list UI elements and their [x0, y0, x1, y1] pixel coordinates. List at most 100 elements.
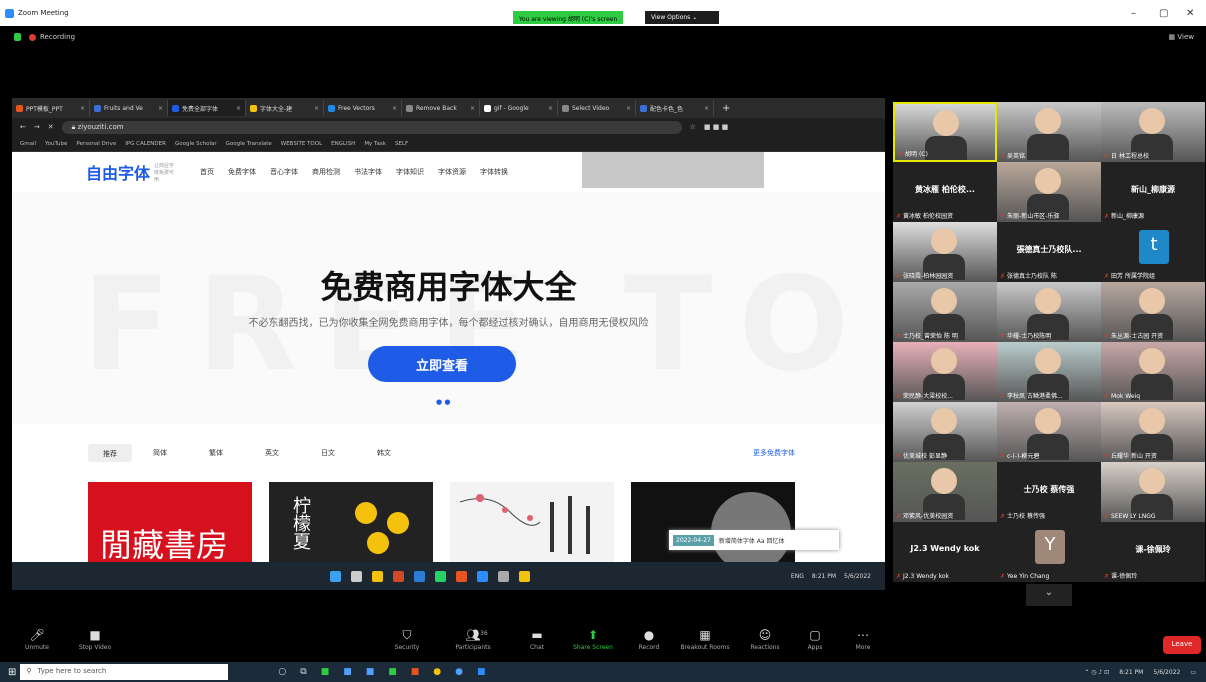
- site-nav-item[interactable]: 字体知识: [396, 167, 424, 177]
- participant-tile[interactable]: ✗ 华耀-士乃校陈明: [997, 282, 1101, 342]
- close-tab-icon[interactable]: ×: [704, 105, 709, 112]
- browser-tab[interactable]: PPT模板_PPT ×: [12, 100, 90, 116]
- share-screen-button[interactable]: ⬆ Share Screen: [568, 628, 618, 651]
- bookmark-item[interactable]: SELF: [395, 141, 408, 147]
- browser-tab[interactable]: Free Vectors ×: [324, 100, 402, 116]
- view-options-button[interactable]: View Options ⌄: [645, 11, 719, 24]
- participant-tile[interactable]: ✗ SEEW LY LNGG: [1101, 462, 1205, 522]
- browser-tab[interactable]: 配色卡色_色 ×: [636, 100, 714, 116]
- close-tab-icon[interactable]: ×: [470, 105, 475, 112]
- chrome-icon[interactable]: ●: [433, 667, 441, 677]
- bookmark-item[interactable]: Google Translate: [226, 141, 272, 147]
- powerpoint-icon[interactable]: [393, 570, 404, 582]
- participant-tile[interactable]: t ✗ 田芳 所属学院组: [1101, 222, 1205, 282]
- bookmark-item[interactable]: YouTube: [45, 141, 67, 147]
- windows-start-icon[interactable]: ⊞: [8, 667, 16, 678]
- minimize-button[interactable]: –: [1131, 8, 1136, 19]
- browser-tab[interactable]: Fruits and Ve ×: [90, 100, 168, 116]
- back-icon[interactable]: ←: [20, 123, 26, 131]
- bookmark-item[interactable]: WEBSITE TOOL: [281, 141, 322, 147]
- new-tab-button[interactable]: +: [714, 103, 738, 114]
- ppt-icon[interactable]: ■: [411, 667, 420, 677]
- chevron-down-icon[interactable]: ⌄: [1026, 584, 1072, 606]
- site-nav-item[interactable]: 字体资源: [438, 167, 466, 177]
- category-tab[interactable]: 韩文: [356, 448, 412, 458]
- windows-icon[interactable]: [330, 570, 341, 582]
- settings-icon[interactable]: [519, 570, 530, 582]
- category-tab[interactable]: 简体: [132, 448, 188, 458]
- participant-tile[interactable]: ✗ 丘耀华 新山 开资: [1101, 402, 1205, 462]
- participant-tile[interactable]: ✗ 荣民静-大梁校校...: [893, 342, 997, 402]
- font-card[interactable]: [450, 482, 614, 572]
- participant-tile[interactable]: ✗ 朱丽-新山市区-乐驿: [997, 162, 1101, 222]
- participant-tile[interactable]: ✗ 日 林工程总校: [1101, 102, 1205, 162]
- close-tab-icon[interactable]: ×: [626, 105, 631, 112]
- whatsapp-icon[interactable]: [435, 570, 446, 582]
- site-logo[interactable]: 自由字体: [86, 160, 150, 184]
- close-tab-icon[interactable]: ×: [236, 105, 241, 112]
- font-card[interactable]: [631, 482, 795, 572]
- participant-tile[interactable]: ✗ 张晓霞-柏林园园资: [893, 222, 997, 282]
- more-fonts-link[interactable]: 更多免费字体: [753, 448, 795, 458]
- zoom-icon[interactable]: [477, 570, 488, 582]
- app-icon[interactable]: ■: [388, 667, 397, 677]
- more-button[interactable]: ⋯ More: [838, 628, 888, 651]
- category-tab[interactable]: 推荐: [88, 444, 132, 462]
- security-button[interactable]: ⛉ Security: [382, 628, 432, 651]
- zoom-icon[interactable]: ■: [477, 667, 486, 677]
- participant-tile[interactable]: 士乃校 蔡传强 ✗ 士乃校 蔡传强: [997, 462, 1101, 522]
- chat-button[interactable]: ▬ Chat: [512, 628, 562, 651]
- participant-tile[interactable]: ✗ 优美城校 彭显静: [893, 402, 997, 462]
- browser-tab[interactable]: gif - Google ×: [480, 100, 558, 116]
- notification-toast[interactable]: 2022-04-27 新增简体字体 Aa 回忆体: [669, 530, 839, 550]
- participant-tile[interactable]: ✗ 吴英铭: [997, 102, 1101, 162]
- participant-tile[interactable]: 课-徐佩玲 ✗ 课-徐佩玲: [1101, 522, 1205, 582]
- participant-tile[interactable]: 黄冰雁 柏伦校... ✗ 黄冰敏 柏伦校园资: [893, 162, 997, 222]
- browser-tab[interactable]: Remove Back ×: [402, 100, 480, 116]
- url-field[interactable]: 🔒︎ ziyouziti.com: [61, 120, 682, 134]
- participant-tile[interactable]: 張德真士乃校队... ✗ 张德真士乃校队 陈: [997, 222, 1101, 282]
- mail-icon[interactable]: ■: [343, 667, 352, 677]
- bookmark-item[interactable]: ENGLISH: [331, 141, 355, 147]
- bookmark-item[interactable]: My Task: [364, 141, 386, 147]
- browser-tab[interactable]: 字体大全-建 ×: [246, 100, 324, 116]
- close-button[interactable]: ✕: [1186, 8, 1194, 19]
- participant-tile[interactable]: 新山_柳康源 ✗ 新山_柳康源: [1101, 162, 1205, 222]
- breakout-rooms-button[interactable]: ▦ Breakout Rooms: [680, 628, 730, 651]
- category-tab[interactable]: 繁体: [188, 448, 244, 458]
- participant-tile[interactable]: ✗ c-(-)-柳元碧: [997, 402, 1101, 462]
- recording-indicator[interactable]: Recording: [14, 33, 75, 41]
- forward-icon[interactable]: →: [34, 123, 40, 131]
- tray-icons[interactable]: ⌃ ◷ ♪ ⊡: [1084, 669, 1109, 676]
- notification-icon[interactable]: ▭: [1190, 669, 1196, 676]
- participant-tile[interactable]: ✗ 朱丛源-士古园 开资: [1101, 282, 1205, 342]
- font-card[interactable]: 閒藏書房: [88, 482, 252, 572]
- participant-tile[interactable]: ✗ 李秋凤 古鳞港柔佛...: [997, 342, 1101, 402]
- chrome-icon[interactable]: [456, 570, 467, 582]
- close-tab-icon[interactable]: ×: [158, 105, 163, 112]
- close-tab-icon[interactable]: ×: [80, 105, 85, 112]
- unmute-button[interactable]: 🎤︎ Unmute: [12, 628, 62, 651]
- task-view-icon[interactable]: ⧉: [300, 667, 306, 677]
- site-nav-item[interactable]: 字体转换: [480, 167, 508, 177]
- close-tab-icon[interactable]: ×: [548, 105, 553, 112]
- participant-tile[interactable]: J2.3 Wendy kok ✗ J2.3 Wendy kok: [893, 522, 997, 582]
- excel-icon[interactable]: ■: [321, 667, 330, 677]
- view-now-button[interactable]: 立即查看: [368, 346, 516, 382]
- font-card[interactable]: 柠檬夏: [269, 482, 433, 572]
- extensions-icon[interactable]: ■ ■ ■: [704, 123, 728, 131]
- participants-button[interactable]: 👥︎ Participants 36: [448, 628, 498, 651]
- stop-video-button[interactable]: ■ Stop Video: [70, 628, 120, 651]
- bookmark-item[interactable]: Gmail: [20, 141, 36, 147]
- site-nav-item[interactable]: 免费字体: [228, 167, 256, 177]
- site-nav-item[interactable]: 首页: [200, 167, 214, 177]
- bookmark-item[interactable]: IPG CALENDER: [125, 141, 166, 147]
- participant-tile[interactable]: ✗ 邓紫风-优美校园资: [893, 462, 997, 522]
- participant-tile[interactable]: ✗ 士乃校_曾荣怡 陈 明: [893, 282, 997, 342]
- bookmark-item[interactable]: Personal Drive: [76, 141, 116, 147]
- record-button[interactable]: ● Record: [624, 628, 674, 651]
- store-icon[interactable]: ■: [366, 667, 375, 677]
- stop-icon[interactable]: ✕: [48, 123, 54, 131]
- reactions-button[interactable]: ☺ Reactions: [740, 628, 790, 651]
- participant-tile[interactable]: ✗ 胡明 (C): [893, 102, 997, 162]
